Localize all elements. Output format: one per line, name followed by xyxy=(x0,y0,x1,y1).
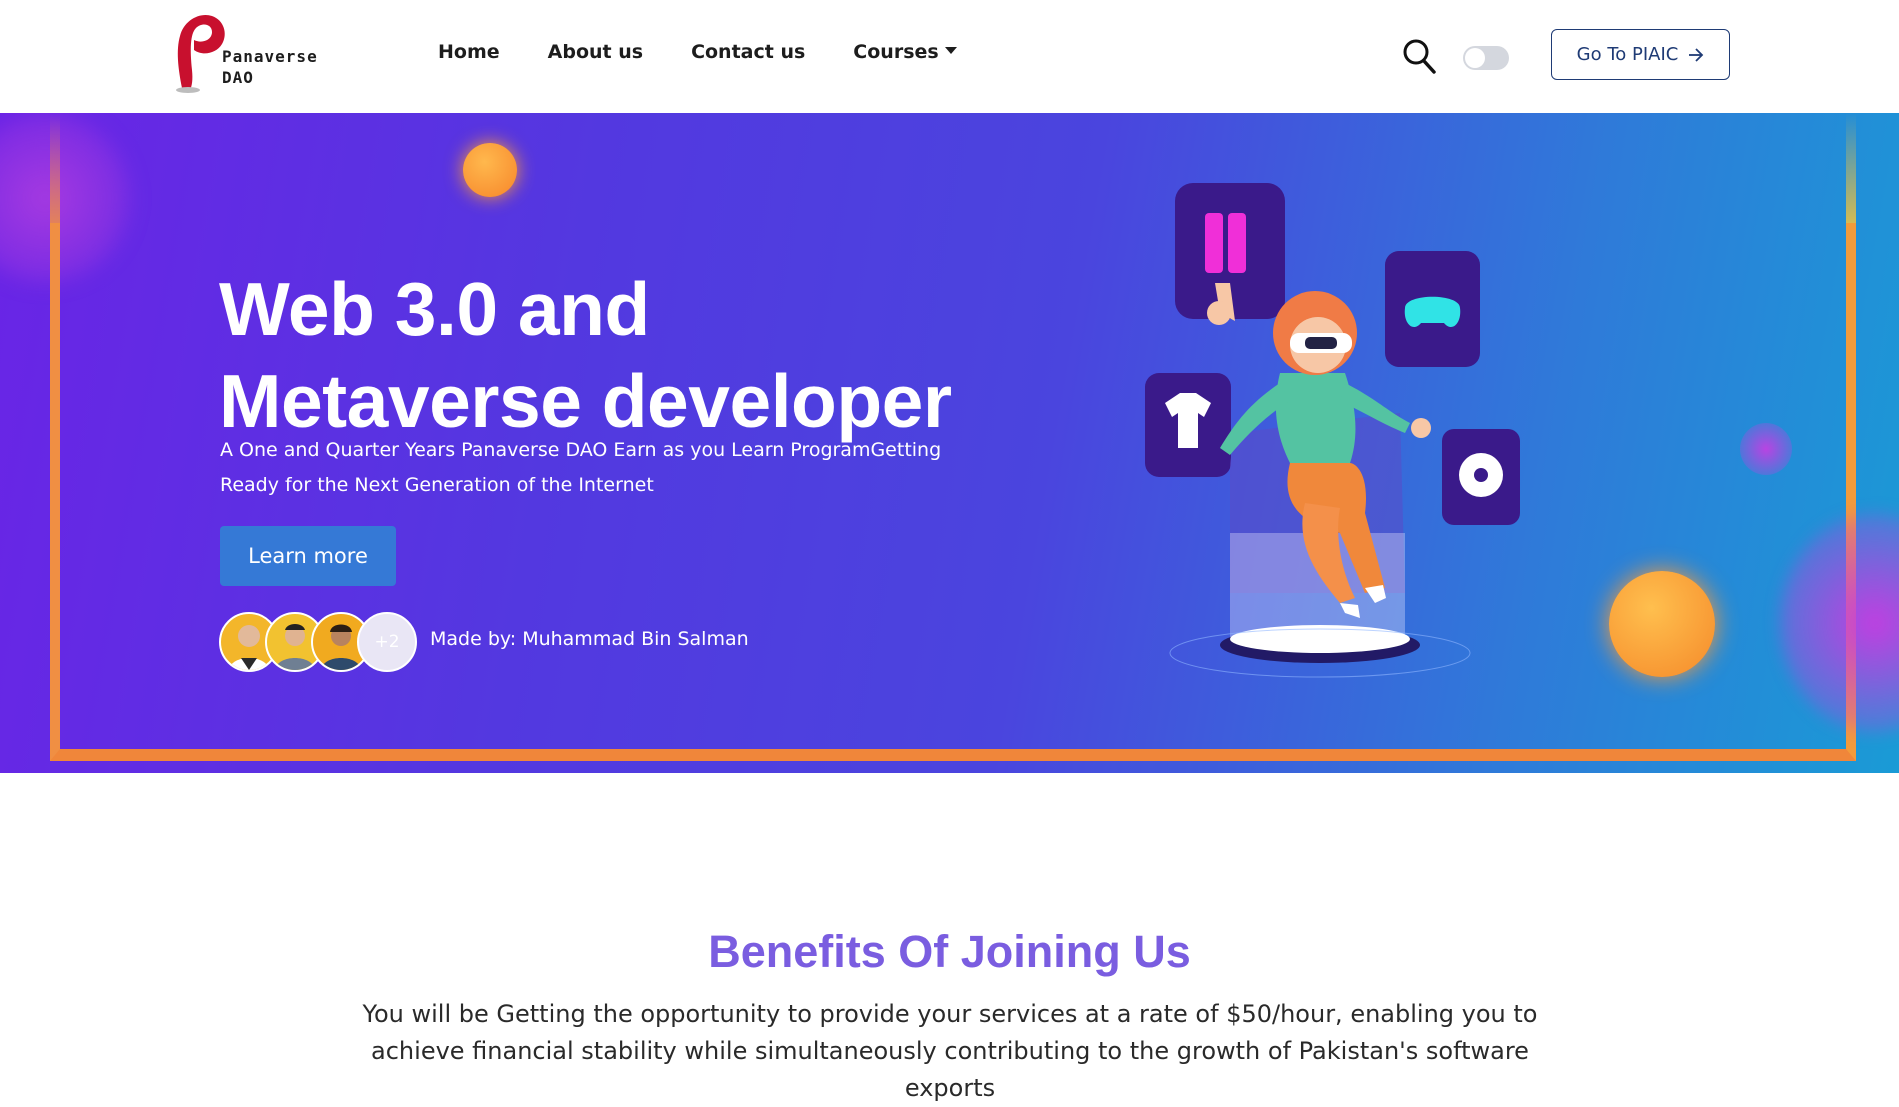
decorative-blob xyxy=(1740,423,1792,475)
search-icon xyxy=(1403,39,1436,74)
metaverse-illustration xyxy=(1140,173,1560,713)
nav-contact-link[interactable]: Contact us xyxy=(691,41,805,63)
logo-text: Panaverse DAO xyxy=(222,46,318,88)
avatar-group: +2 xyxy=(219,612,419,672)
main-nav: Home About us Contact us Courses xyxy=(438,41,1005,63)
decorative-orange-orb xyxy=(463,143,517,197)
hero-banner: Web 3.0 and Metaverse developer A One an… xyxy=(0,113,1899,773)
logo-line-1: Panaverse xyxy=(222,47,318,66)
avatar-more-count: +2 xyxy=(357,612,417,672)
go-to-piaic-button[interactable]: Go To PIAIC xyxy=(1551,29,1730,80)
logo-line-2: DAO xyxy=(222,68,254,87)
hero-subtitle: A One and Quarter Years Panaverse DAO Ea… xyxy=(220,439,942,496)
nav-about-link[interactable]: About us xyxy=(548,41,643,63)
nav-home-link[interactable]: Home xyxy=(438,41,500,63)
theme-toggle[interactable] xyxy=(1463,46,1509,70)
nav-courses-label: Courses xyxy=(853,41,939,63)
search-button[interactable] xyxy=(1402,38,1436,74)
logo-p-mark-icon xyxy=(176,14,225,93)
decorative-orange-orb xyxy=(1609,571,1715,677)
benefits-heading: Benefits Of Joining Us xyxy=(708,926,1191,977)
hero-title: Web 3.0 and Metaverse developer xyxy=(219,263,1019,447)
benefits-description: You will be Getting the opportunity to p… xyxy=(362,1000,1538,1102)
hero-title-line-1: Web 3.0 and xyxy=(219,267,650,351)
vr-girl-illustration xyxy=(1145,183,1520,678)
made-by-credit: Made by: Muhammad Bin Salman xyxy=(430,628,749,650)
learn-more-button[interactable]: Learn more xyxy=(220,526,396,586)
toggle-knob xyxy=(1465,48,1485,68)
panaverse-logo[interactable]: Panaverse DAO xyxy=(170,10,330,94)
arrow-right-icon xyxy=(1689,47,1704,62)
nav-courses-dropdown[interactable]: Courses xyxy=(853,41,957,63)
caret-down-icon xyxy=(944,47,957,54)
go-to-piaic-label: Go To PIAIC xyxy=(1576,44,1679,65)
navbar: Panaverse DAO Home About us Contact us C… xyxy=(0,0,1899,113)
